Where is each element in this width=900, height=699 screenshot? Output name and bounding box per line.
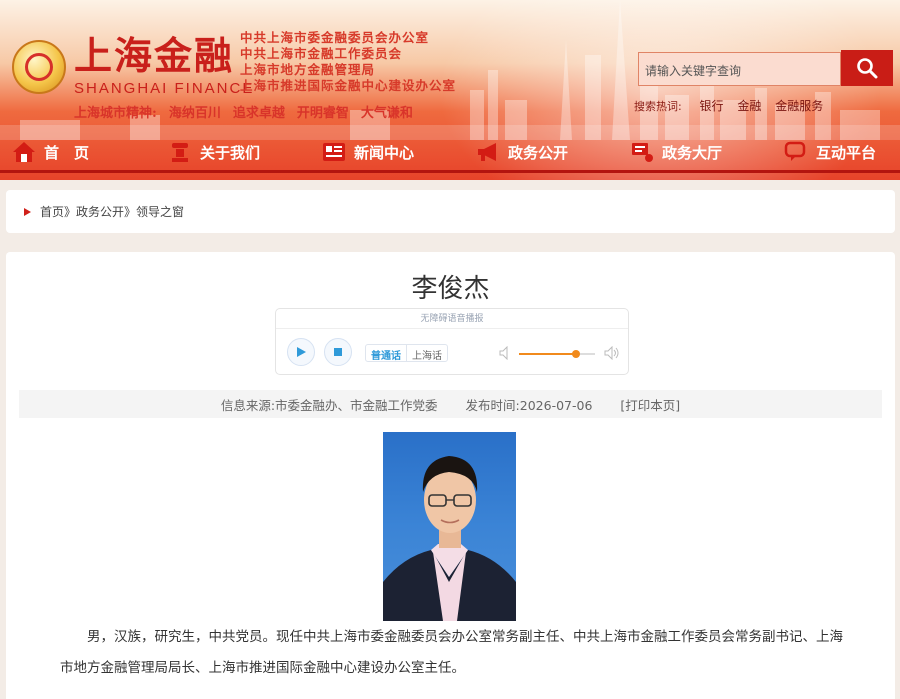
- hot-keyword-link[interactable]: 金融服务: [775, 99, 823, 113]
- breadcrumb-text[interactable]: 首页》政务公开》领导之窗: [40, 203, 184, 220]
- service-icon: [630, 140, 654, 164]
- nav-label: 关于我们: [200, 143, 261, 162]
- nav-label: 新闻中心: [354, 143, 415, 162]
- slogan-item: 大气谦和: [360, 106, 413, 121]
- nav-item-about[interactable]: 关于我们: [168, 133, 260, 171]
- article-container: 李俊杰 无障碍语音播报 普通话 上海话 信息来源:市委金融办、市金融工作党委 发…: [6, 252, 895, 699]
- article-date: 发布时间:2026-07-06: [465, 397, 593, 413]
- site-title[interactable]: 上海金融: [74, 34, 234, 78]
- voice-player-hint: 无障碍语音播报: [276, 309, 628, 329]
- slogan-item: 追求卓越: [232, 106, 285, 121]
- play-button[interactable]: [287, 338, 315, 366]
- volume-up-icon[interactable]: [604, 346, 620, 360]
- lang-shanghainese-button[interactable]: 上海话: [406, 345, 447, 362]
- nav-label: 首 页: [44, 143, 90, 162]
- breadcrumb: 首页》政务公开》领导之窗: [6, 190, 895, 233]
- nav-divider: [0, 170, 900, 173]
- stop-button[interactable]: [324, 338, 352, 366]
- search-input[interactable]: 请输入关键字查询: [638, 52, 841, 86]
- nav-label: 政务公开: [508, 143, 569, 162]
- hot-search-terms: 搜索热词: 银行 金融 金融服务: [634, 97, 833, 114]
- nav-item-interaction[interactable]: 互动平台: [784, 133, 876, 171]
- portrait-illustration: [383, 456, 516, 621]
- search-icon: [857, 58, 878, 79]
- chat-icon: [784, 140, 808, 164]
- org-line: 中共上海市金融工作委员会: [240, 46, 403, 61]
- org-line: 上海市地方金融管理局: [240, 62, 376, 77]
- nav-item-news[interactable]: 新闻中心: [322, 133, 414, 171]
- org-line: 中共上海市委金融委员会办公室: [240, 30, 430, 45]
- nav-item-home[interactable]: 首 页: [12, 133, 89, 171]
- stop-icon: [334, 348, 342, 356]
- play-icon: [297, 347, 306, 357]
- hot-keyword-link[interactable]: 金融: [737, 99, 761, 113]
- article-body: 男，汉族，研究生，中共党员。现任中共上海市委金融委员会办公室常务副主任、中共上海…: [60, 629, 843, 676]
- slogan-label: 上海城市精神:: [74, 106, 157, 121]
- nav-label: 政务大厅: [662, 143, 723, 162]
- hot-keyword-link[interactable]: 银行: [700, 99, 724, 113]
- megaphone-icon: [476, 140, 500, 164]
- home-icon: [12, 140, 36, 164]
- org-line: 上海市推进国际金融中心建设办公室: [240, 78, 457, 93]
- logo-emblem-icon[interactable]: [12, 40, 66, 94]
- portrait-photo: [383, 432, 516, 621]
- organization-names: 中共上海市委金融委员会办公室 中共上海市金融工作委员会 上海市地方金融管理局 上…: [240, 30, 456, 94]
- slogan-item: 开明睿智: [296, 106, 349, 121]
- voice-player: 无障碍语音播报 普通话 上海话: [275, 308, 629, 375]
- print-link[interactable]: [打印本页]: [620, 395, 680, 414]
- hot-search-label: 搜索热词:: [634, 100, 682, 113]
- volume-fill: [519, 353, 576, 355]
- slogan-item: 海纳百川: [168, 106, 221, 121]
- article-source: 信息来源:市委金融办、市金融工作党委: [220, 397, 438, 413]
- article-meta: 信息来源:市委金融办、市金融工作党委 发布时间:2026-07-06 [打印本页…: [19, 390, 882, 418]
- site-title-en: SHANGHAI FINANCE: [74, 80, 255, 97]
- podium-icon: [168, 140, 192, 164]
- breadcrumb-arrow-icon: [24, 207, 31, 216]
- search-button[interactable]: [841, 50, 893, 86]
- nav-label: 互动平台: [816, 143, 877, 162]
- volume-knob[interactable]: [572, 350, 580, 358]
- nav-item-service-hall[interactable]: 政务大厅: [630, 133, 722, 171]
- volume-slider[interactable]: [519, 350, 595, 358]
- lang-mandarin-button[interactable]: 普通话: [366, 345, 406, 362]
- main-navigation: 首 页 关于我们 新闻中心 政务公开 政务大厅 互动平台: [0, 133, 900, 171]
- nav-item-government-affairs[interactable]: 政务公开: [476, 133, 568, 171]
- volume-mute-icon[interactable]: [499, 346, 511, 360]
- site-header: 上海金融 SHANGHAI FINANCE 中共上海市委金融委员会办公室 中共上…: [0, 0, 900, 180]
- page-title: 李俊杰: [411, 274, 490, 304]
- newspaper-icon: [322, 140, 346, 164]
- language-switch: 普通话 上海话: [365, 344, 448, 362]
- city-spirit-slogan: 上海城市精神: 海纳百川 追求卓越 开明睿智 大气谦和: [74, 102, 425, 121]
